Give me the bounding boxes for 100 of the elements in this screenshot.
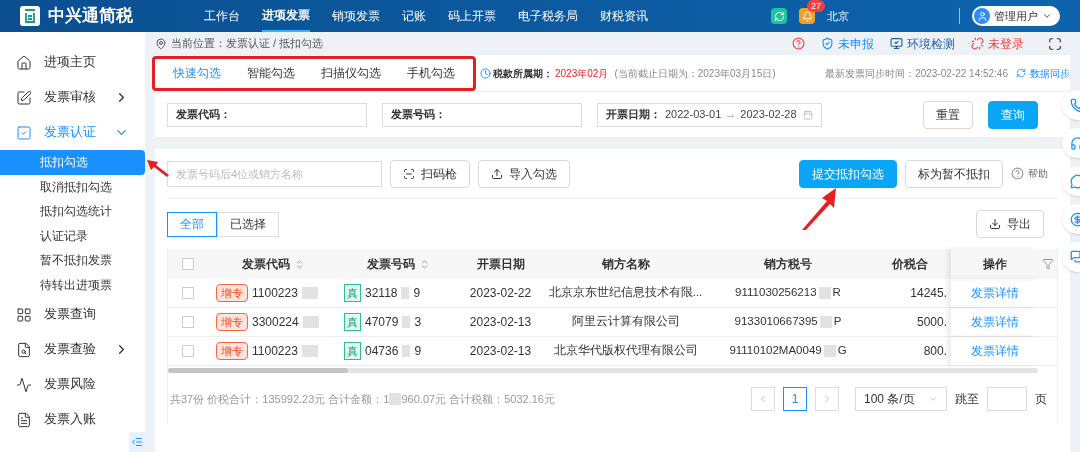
table-cell-text: 9133010667395 (734, 314, 818, 330)
tab[interactable]: 智能勾选 (239, 64, 303, 82)
sidebar-subitem[interactable]: 暂不抵扣发票 (0, 248, 145, 273)
nav-tab[interactable]: 电子税务局 (518, 0, 578, 32)
table-cell-text: P (833, 314, 842, 330)
column-header: 操作 (951, 249, 1038, 279)
user-menu[interactable]: 管理用户 (972, 6, 1060, 26)
scan-button[interactable]: 扫码枪 (390, 159, 470, 188)
nav-tab[interactable]: 记账 (402, 0, 426, 32)
sidebar-subitem[interactable]: 认证记录 (0, 223, 145, 248)
verified-tag: 真 (344, 341, 361, 361)
sidebar-item[interactable]: 进项主页 (0, 45, 145, 80)
pulse-icon (16, 376, 32, 393)
deadline-note: (当前截止日期为：2023年03月15日) (614, 66, 776, 81)
sidebar-subitem[interactable]: 抵扣勾选统计 (0, 199, 145, 224)
summary-text: 共37份 价税合计：135992.23元 合计金额：1 (170, 391, 390, 407)
nav-tab[interactable]: 进项发票 (262, 0, 310, 32)
checked-square-icon (16, 124, 32, 141)
table-cell-text: 9 (414, 343, 422, 360)
import-button[interactable]: 导入勾选 (478, 159, 570, 188)
nav-tab[interactable]: 财税资讯 (600, 0, 648, 32)
table-cell-text: R (832, 285, 841, 301)
previous-page-button[interactable] (751, 387, 775, 411)
blurred-block (301, 287, 318, 299)
column-header: 发票代码 (208, 255, 338, 273)
calendar-icon (803, 109, 813, 120)
tab[interactable]: 扫描仪勾选 (313, 64, 389, 82)
blurred-block (301, 345, 318, 357)
table-cell-text: 9111030256213 (735, 285, 817, 301)
verified-tag: 真 (344, 312, 361, 332)
filter-tab[interactable]: 已选择 (217, 211, 279, 237)
blurred-block (402, 316, 411, 328)
table-cell-text: 91110102MA0049 (729, 343, 822, 359)
invoice-type-tag: 增专 (216, 312, 248, 332)
mark-button[interactable]: 标为暂不抵扣 (905, 159, 1003, 188)
grid-icon (16, 306, 32, 323)
bell-icon[interactable] (799, 8, 815, 24)
location-icon (155, 37, 167, 50)
refresh-icon (1016, 68, 1026, 78)
invoice-type-tag: 增专 (216, 283, 248, 303)
page-input[interactable] (987, 387, 1027, 411)
checkbox[interactable] (182, 345, 194, 357)
blurred-block (402, 345, 411, 357)
table-cell-text: 2023-02-13 (468, 314, 533, 331)
next-page-button[interactable] (815, 387, 839, 411)
page-size-select[interactable]: 100 条/页 (855, 387, 947, 411)
checkbox[interactable] (182, 258, 194, 270)
table-cell-text: 3 (414, 314, 422, 331)
sidebar-subitem[interactable]: 待转出进项票 (0, 272, 145, 297)
nav-tab[interactable]: 码上开票 (448, 0, 496, 32)
scrollbar-thumb[interactable] (168, 367, 348, 373)
table-cell-text: 800. (922, 343, 948, 360)
checkbox[interactable] (182, 316, 194, 328)
help-icon[interactable] (792, 37, 805, 50)
reset-button[interactable]: 重置 (923, 100, 973, 129)
pointer-arrow (146, 158, 170, 178)
jump-label: 跳至 (955, 391, 979, 408)
table-cell-text: 北京京东世纪信息技术有限... (547, 285, 704, 301)
sidebar-item[interactable]: 发票风险 (0, 367, 145, 402)
collapse-icon[interactable] (129, 432, 145, 452)
filter-icon[interactable] (1042, 258, 1054, 270)
invoice-type-tag: 增专 (216, 341, 248, 361)
help-link[interactable]: 帮助 (1011, 166, 1048, 181)
table-cell-text: 2023-02-22 (468, 285, 533, 302)
verified-tag: 真 (344, 283, 361, 303)
export-button[interactable]: 导出 (976, 210, 1044, 238)
summary-text: 960.07元 合计税额：5032.16元 (401, 391, 555, 407)
sidebar-item[interactable]: 发票查验 (0, 332, 145, 367)
download-icon (989, 218, 1001, 230)
sidebar-item[interactable]: 发票查询 (0, 297, 145, 332)
document-search-icon (16, 341, 32, 358)
table-cell-text: 北京华代版权代理有限公司 (552, 343, 699, 359)
column-header: 销方名称 (600, 256, 651, 273)
sidebar-subitem[interactable]: 取消抵扣勾选 (0, 174, 145, 199)
fullscreen-icon[interactable] (1048, 36, 1062, 51)
table-cell-text: 3300224 (252, 314, 299, 331)
edit-icon (16, 89, 32, 106)
home-icon (16, 54, 32, 71)
invoice-code-field[interactable]: 发票代码： (167, 102, 367, 127)
nav-tab[interactable]: 销项发票 (332, 0, 380, 32)
document-icon (16, 411, 32, 428)
blurred-block (302, 316, 319, 328)
period-label: 税款所属期： (493, 66, 553, 81)
status-link[interactable]: 环境检测 (890, 34, 955, 53)
scan-icon (403, 167, 415, 180)
refresh-icon[interactable] (771, 8, 787, 24)
date-range-field[interactable]: 开票日期： 2022-03-01 → 2023-02-28 (597, 102, 822, 127)
tab[interactable]: 手机勾选 (399, 64, 463, 82)
invoice-number-field[interactable]: 发票号码： (382, 102, 582, 127)
nav-tab[interactable]: 工作台 (204, 0, 240, 32)
monitor-icon (890, 37, 903, 50)
sidebar-item[interactable]: 发票审核 (0, 80, 145, 115)
sidebar-item[interactable]: 发票入账 (0, 402, 145, 437)
table-cell-text: 1100223 (252, 343, 298, 360)
logo-text: 中兴通简税 (48, 5, 133, 28)
table-cell-text: 9 (413, 285, 421, 302)
blurred-block (401, 287, 410, 299)
upload-icon (491, 167, 503, 180)
table-cell-text: 14245. (909, 285, 948, 302)
checkbox[interactable] (182, 287, 194, 299)
